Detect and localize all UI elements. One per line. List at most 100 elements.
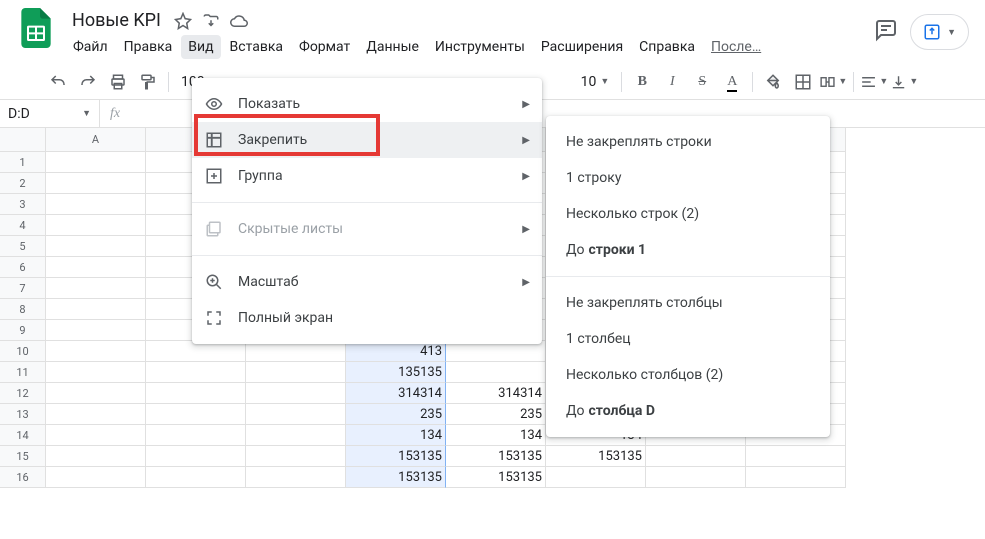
name-box[interactable]: D:D▼ xyxy=(0,100,100,127)
cell[interactable] xyxy=(646,446,746,467)
cell[interactable] xyxy=(446,341,546,362)
font-size[interactable]: 10 ▼ xyxy=(575,74,616,90)
row-header[interactable]: 6 xyxy=(0,257,46,278)
cell[interactable]: 413 xyxy=(346,341,446,362)
submenu-item[interactable]: Не закреплять строки xyxy=(546,124,830,160)
cell[interactable] xyxy=(746,467,846,488)
cell[interactable] xyxy=(246,446,346,467)
menu-history[interactable]: После… xyxy=(704,35,768,59)
cell[interactable]: 135135 xyxy=(346,362,446,383)
row-header[interactable]: 8 xyxy=(0,299,46,320)
cell[interactable] xyxy=(746,446,846,467)
cell[interactable] xyxy=(246,467,346,488)
menu-item-Закрепить[interactable]: Закрепить▶ xyxy=(192,122,542,158)
cell[interactable] xyxy=(146,446,246,467)
cell[interactable] xyxy=(46,236,146,257)
strikethrough-button[interactable]: S xyxy=(688,69,716,95)
row-header[interactable]: 15 xyxy=(0,446,46,467)
submenu-item[interactable]: 1 столбец xyxy=(546,321,830,357)
menu-справка[interactable]: Справка xyxy=(632,35,702,59)
cell[interactable] xyxy=(46,362,146,383)
menu-файл[interactable]: Файл xyxy=(66,35,115,59)
col-header-A[interactable]: A xyxy=(46,128,146,152)
cell[interactable]: 153135 xyxy=(446,467,546,488)
row-header[interactable]: 4 xyxy=(0,215,46,236)
cell[interactable]: 153135 xyxy=(346,467,446,488)
cell[interactable] xyxy=(46,383,146,404)
menu-формат[interactable]: Формат xyxy=(292,35,357,59)
cell[interactable] xyxy=(46,215,146,236)
cell[interactable] xyxy=(146,362,246,383)
submenu-item[interactable]: Не закреплять столбцы xyxy=(546,285,830,321)
menu-вид[interactable]: Вид xyxy=(181,35,220,59)
row-header[interactable]: 2 xyxy=(0,173,46,194)
text-color-button[interactable]: A xyxy=(718,69,746,95)
cell[interactable]: 235 xyxy=(446,404,546,425)
submenu-item[interactable]: Несколько столбцов (2) xyxy=(546,357,830,393)
select-all-corner[interactable] xyxy=(0,128,46,152)
cell[interactable] xyxy=(146,425,246,446)
cell[interactable] xyxy=(46,320,146,341)
cell[interactable] xyxy=(46,341,146,362)
cell[interactable] xyxy=(46,278,146,299)
cell[interactable]: 134 xyxy=(446,425,546,446)
cell[interactable] xyxy=(46,425,146,446)
cell[interactable]: 314314 xyxy=(346,383,446,404)
merge-cells-button[interactable]: ▼ xyxy=(819,69,847,95)
cell[interactable] xyxy=(46,173,146,194)
menu-item-Показать[interactable]: Показать▶ xyxy=(192,86,542,122)
cell[interactable] xyxy=(246,425,346,446)
bold-button[interactable]: B xyxy=(628,69,656,95)
cell[interactable]: 314314 xyxy=(446,383,546,404)
row-header[interactable]: 11 xyxy=(0,362,46,383)
cell[interactable] xyxy=(246,404,346,425)
cell[interactable]: 153135 xyxy=(546,446,646,467)
cloud-icon[interactable] xyxy=(229,11,249,31)
menu-item-Полный экран[interactable]: Полный экран xyxy=(192,300,542,336)
cell[interactable] xyxy=(446,362,546,383)
row-header[interactable]: 12 xyxy=(0,383,46,404)
italic-button[interactable]: I xyxy=(658,69,686,95)
redo-button[interactable] xyxy=(74,69,102,95)
row-header[interactable]: 1 xyxy=(0,152,46,173)
cell[interactable]: 235 xyxy=(346,404,446,425)
cell[interactable] xyxy=(146,467,246,488)
menu-item-Масштаб[interactable]: Масштаб▶ xyxy=(192,264,542,300)
borders-button[interactable] xyxy=(789,69,817,95)
cell[interactable] xyxy=(246,383,346,404)
row-header[interactable]: 10 xyxy=(0,341,46,362)
menu-правка[interactable]: Правка xyxy=(117,35,180,59)
cell[interactable] xyxy=(246,341,346,362)
menu-инструменты[interactable]: Инструменты xyxy=(428,35,532,59)
share-button[interactable]: ▼ xyxy=(910,14,969,50)
star-icon[interactable] xyxy=(173,11,193,31)
row-header[interactable]: 13 xyxy=(0,404,46,425)
row-header[interactable]: 3 xyxy=(0,194,46,215)
print-button[interactable] xyxy=(104,69,132,95)
cell[interactable] xyxy=(46,257,146,278)
row-header[interactable]: 5 xyxy=(0,236,46,257)
row-header[interactable]: 9 xyxy=(0,320,46,341)
move-icon[interactable] xyxy=(201,11,221,31)
menu-расширения[interactable]: Расширения xyxy=(534,35,630,59)
fill-color-button[interactable] xyxy=(759,69,787,95)
h-align-button[interactable]: ▼ xyxy=(860,69,888,95)
row-header[interactable]: 16 xyxy=(0,467,46,488)
submenu-item[interactable]: Несколько строк (2) xyxy=(546,196,830,232)
sheets-logo[interactable] xyxy=(16,8,56,48)
cell[interactable] xyxy=(46,404,146,425)
cell[interactable] xyxy=(646,467,746,488)
cell[interactable] xyxy=(46,152,146,173)
cell[interactable] xyxy=(246,362,346,383)
comments-icon[interactable] xyxy=(874,18,898,46)
submenu-item[interactable]: До строки 1 xyxy=(546,232,830,268)
cell[interactable] xyxy=(46,194,146,215)
cell[interactable] xyxy=(146,341,246,362)
row-header[interactable]: 14 xyxy=(0,425,46,446)
row-header[interactable]: 7 xyxy=(0,278,46,299)
cell[interactable] xyxy=(46,299,146,320)
cell[interactable] xyxy=(46,446,146,467)
submenu-item[interactable]: 1 строку xyxy=(546,160,830,196)
doc-title[interactable]: Новые KPI xyxy=(68,8,165,33)
menu-данные[interactable]: Данные xyxy=(359,35,426,59)
